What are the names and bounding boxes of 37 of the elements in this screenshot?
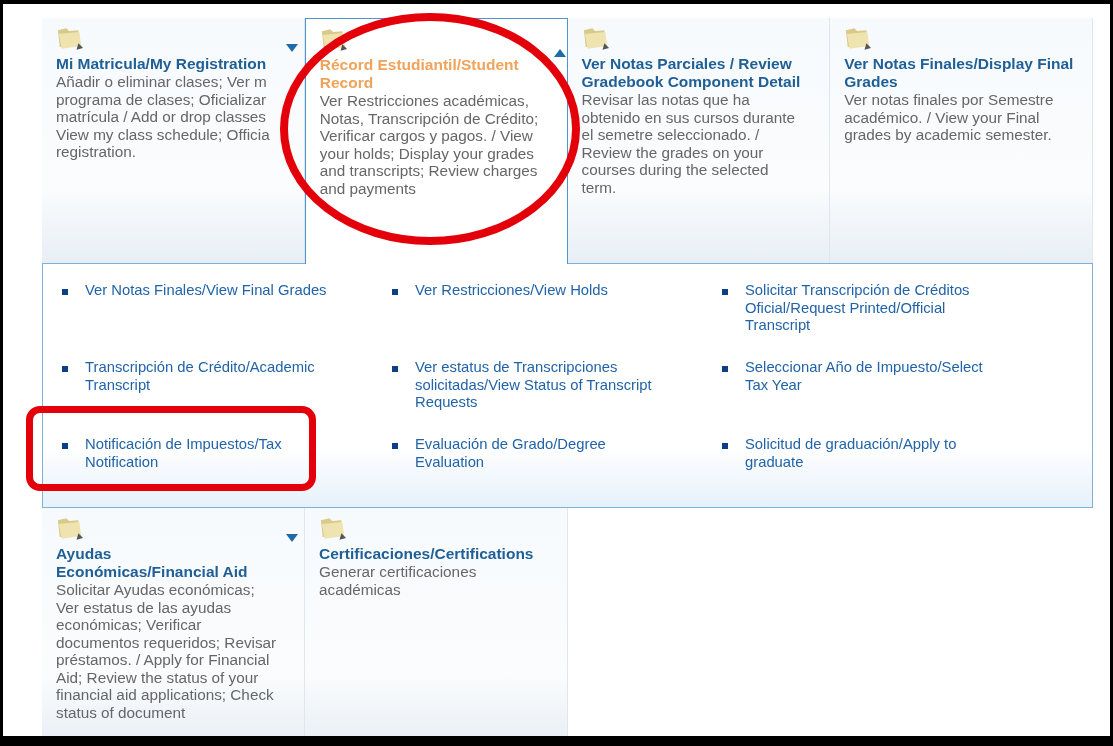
card-description: Añadir o eliminar clases; Ver m programa de clases; Oficializar matrícula / Add or drop classes View my class schedule; Officia registration. [56, 73, 271, 161]
card-description: Ver notas finales por Semestre académico. / View your Final grades by academic semester. [844, 91, 1055, 144]
card-title[interactable]: Ver Notas Parciales / Review Gradebook Component Detail [581, 55, 820, 91]
card-description: Generar certificaciones académicas [319, 563, 478, 598]
card-title[interactable]: Certificaciones/Certifications [319, 545, 531, 563]
submenu-link[interactable]: Ver Restricciones/View Holds [415, 282, 679, 300]
dropdown-caret-icon[interactable] [285, 44, 298, 52]
card-title[interactable]: Mi Matricula/My Registration [56, 55, 294, 73]
bullet-icon [722, 443, 728, 449]
bullet-icon [62, 443, 68, 449]
card-description: Ver Restricciones académicas, Notas, Transcripción de Crédito; Verificar cargos y pagos. / View your holds; Display your grades and transcripts; Review charges and payments [319, 92, 540, 197]
card-description: Solicitar Ayudas económicas; Ver estatus de las ayudas económicas; Verificar documentos requeridos; Revisar préstamos. / Apply for Financial Aid; Review the status of your financial aid applications; Check status of document [56, 581, 278, 721]
submenu-link[interactable]: Notificación de Impuestos/Tax Notification [85, 436, 349, 471]
card-description: Revisar las notas que ha obtenido en sus cursos durante el semetre seleccionado. / Review the grades on your courses during the selected term. [581, 91, 796, 196]
bullet-icon [392, 366, 398, 372]
bullet-icon [392, 289, 398, 295]
bullet-icon [392, 443, 398, 449]
submenu-link[interactable]: Ver Notas Finales/View Final Grades [85, 282, 349, 300]
dropdown-caret-icon[interactable] [286, 534, 298, 542]
submenu-link[interactable]: Solicitar Transcripción de Créditos Oficial/Request Printed/Official Transcript [745, 282, 1009, 335]
card-title[interactable]: Ayudas Económicas/Financial Aid [56, 545, 268, 581]
bullet-icon [62, 289, 68, 295]
submenu-link[interactable]: Evaluación de Grado/Degree Evaluation [415, 436, 679, 471]
bullet-icon [62, 366, 68, 372]
menu-card[interactable]: Ver Notas Finales/Display Final Grades Ver notas finales por Semestre académico. / View your Final grades by academic semester. [830, 18, 1093, 263]
menu-card[interactable]: Ver Notas Parciales / Review Gradebook Component Detail Revisar las notas que ha obtenido en sus cursos durante el semetre seleccionado. / Review the grades on your courses during the selected term. [567, 18, 831, 263]
menu-card[interactable] [304, 18, 568, 264]
menu-card[interactable]: Certificaciones/Certifications Generar certificaciones académicas [305, 508, 568, 736]
submenu-link[interactable]: Transcripción de Crédito/Academic Transcript [85, 359, 349, 394]
card-title[interactable]: Ver Notas Finales/Display Final Grades [844, 55, 1082, 91]
submenu-link[interactable]: Solicitud de graduación/Apply to graduate [745, 436, 1009, 471]
collapse-caret-icon[interactable] [553, 49, 566, 57]
submenu-link[interactable]: Ver estatus de Transcripciones solicitadas/View Status of Transcript Requests [415, 359, 679, 412]
bullet-icon [722, 366, 728, 372]
submenu-link[interactable]: Seleccionar Año de Impuesto/Select Tax Year [745, 359, 1009, 394]
menu-card[interactable]: Mi Matricula/My Registration Añadir o eliminar clases; Ver m programa de clases; Oficializar matrícula / Add or drop classes View my class schedule; Officia registration. [42, 18, 305, 263]
bullet-icon [722, 289, 728, 295]
